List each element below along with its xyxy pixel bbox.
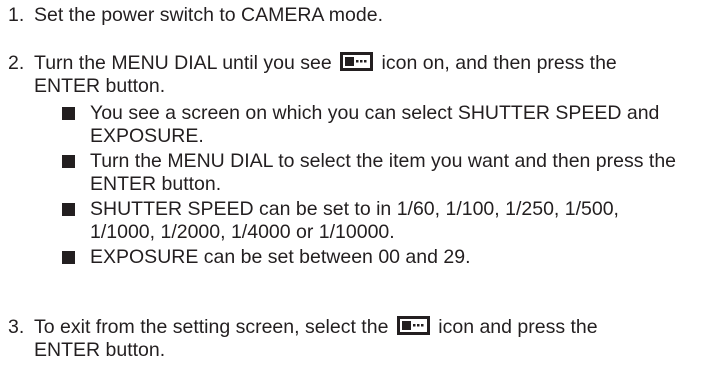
bullet-3-line-1: SHUTTER SPEED can be set to in 1/60, 1/1… [90,198,619,220]
step-3: 3. To exit from the setting screen, sele… [8,316,708,362]
bullet-2-line-2: ENTER button. [90,173,222,195]
step-2-line-1: Turn the MENU DIAL until you see icon on… [34,52,708,75]
bullet-square-icon [62,203,75,216]
bullet-4-line-1: EXPOSURE can be set between 00 and 29. [90,246,471,268]
step-3-text-after-icon: icon and press the [438,316,598,338]
step-3-line-2: ENTER button. [34,339,166,361]
step-3-number: 3. [8,316,25,338]
step-1: 1. Set the power switch to CAMERA mode. [8,4,708,27]
bullet-3-line-2: 1/1000, 1/2000, 1/4000 or 1/10000. [90,221,395,243]
bullet-2-line-1: Turn the MENU DIAL to select the item yo… [90,150,677,172]
menu-setting-icon [340,52,374,71]
menu-setting-icon [396,316,430,335]
step-2-line-2: ENTER button. [34,75,166,97]
manual-page: 1. Set the power switch to CAMERA mode. … [0,0,714,374]
step-2-text-after-icon: icon on, and then press the [381,52,617,74]
step-1-text: Set the power switch to CAMERA mode. [34,4,383,26]
bullet-1-line-2: EXPOSURE. [90,125,204,147]
step-1-number: 1. [8,4,25,26]
bullet-item: Turn the MENU DIAL to select the item yo… [34,150,708,196]
bullet-item: EXPOSURE can be set between 00 and 29. [34,246,708,269]
bullet-square-icon [62,107,75,120]
step-2-text-before-icon: Turn the MENU DIAL until you see [34,52,332,74]
step-3-text-before-icon: To exit from the setting screen, select … [34,316,389,338]
bullet-square-icon [62,155,75,168]
bullet-1-line-1: You see a screen on which you can select… [90,102,660,124]
step-2: 2. Turn the MENU DIAL until you see icon… [8,52,708,271]
step-3-line-1: To exit from the setting screen, select … [34,316,708,339]
bullet-item: You see a screen on which you can select… [34,102,708,148]
step-2-number: 2. [8,52,25,74]
step-2-bullet-list: You see a screen on which you can select… [34,102,708,269]
bullet-item: SHUTTER SPEED can be set to in 1/60, 1/1… [34,198,708,244]
bullet-square-icon [62,251,75,264]
